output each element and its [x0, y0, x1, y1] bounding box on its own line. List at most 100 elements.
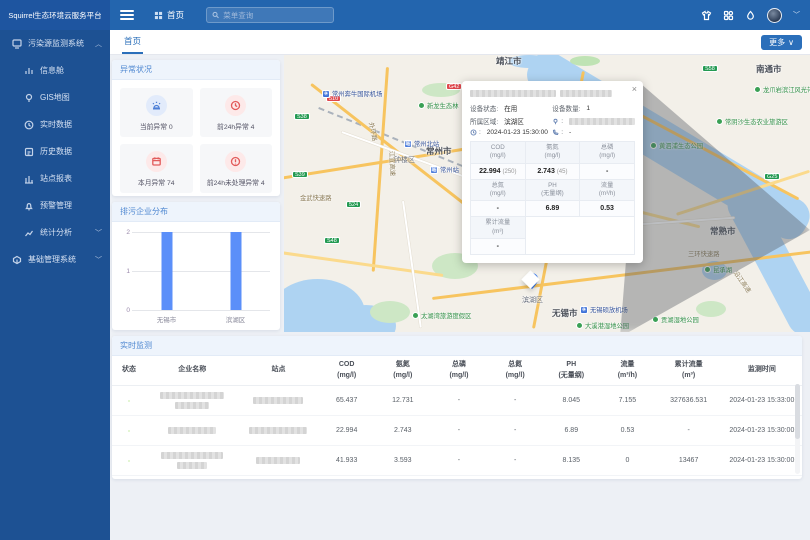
scrollbar-thumb[interactable]	[795, 384, 800, 439]
park-icon	[418, 102, 425, 109]
device-phone: -	[569, 129, 571, 136]
bar-wuxi[interactable]	[161, 232, 172, 310]
theme-skin-icon[interactable]	[701, 10, 712, 21]
sidebar-item-history-data[interactable]: 历史数据	[0, 138, 110, 165]
enterprise-name-redacted	[146, 386, 238, 416]
chart-plot-area: 2 1 0	[132, 232, 270, 310]
airport-icon: ✈	[580, 306, 588, 314]
tab-home[interactable]: 首页	[122, 30, 143, 54]
road-shield: G42	[446, 83, 462, 90]
gis-map[interactable]: S38 510 S39 G42 524 S48 S58 G25 靖江市 南通市 …	[284, 55, 810, 332]
metric-cod: 22.994 (250)	[471, 163, 526, 179]
monitor-header-row: 状态 企业名称 站点 COD(mg/l) 氨氮(mg/l) 总磷(mg/l) 总…	[112, 356, 802, 386]
table-row[interactable]: 41.9333.593-- 8.1350134672024-01-23 15:3…	[112, 446, 802, 476]
map-poi-airport-changzhou: ✈常州奔牛国际机场	[322, 89, 382, 98]
map-label-nantong: 南通市	[756, 63, 782, 75]
map-label-jingjiang: 靖江市	[496, 55, 522, 67]
x-category: 滨湖区	[226, 314, 246, 324]
bar-binhu[interactable]	[230, 232, 241, 310]
map-label-binhu: 滨湖区	[522, 295, 543, 305]
chevron-up-icon: ︿	[95, 39, 102, 49]
table-row[interactable]: 22.9942.743-- 6.890.53-2024-01-23 15:30:…	[112, 416, 802, 446]
monitor-system-icon	[12, 39, 22, 49]
map-poi-gonghu-wetland: 贡湖湿地公园	[652, 315, 699, 324]
popup-info: 设备状态: 在用 设备数量: 1 所属区域: 滨湖区 : : 2024-01-2…	[470, 103, 635, 136]
redacted-text	[569, 118, 635, 125]
close-icon[interactable]: ×	[632, 84, 637, 94]
metric-total-flow: -	[471, 239, 526, 255]
map-road-label: 外环路	[367, 121, 380, 141]
stat-month-abnormal[interactable]: 本月异常 74	[120, 144, 193, 193]
map-poi-changyinsha: 常阴沙生态农业旅游区	[716, 117, 788, 126]
sidebar-item-realtime-data[interactable]: 实时数据	[0, 111, 110, 138]
park-blob	[696, 301, 726, 317]
bell-icon	[24, 201, 34, 211]
sidebar: Squirrel生态环境云服务平台 污染源监测系统 ︿ 信息舱 GIS地图 实时…	[0, 0, 110, 540]
stat-24h-abnormal[interactable]: 前24h异常 4	[200, 88, 273, 137]
site-name-redacted	[238, 446, 318, 476]
more-label: 更多	[769, 37, 785, 48]
sidebar-item-statistics[interactable]: 统计分析 ﹀	[0, 219, 110, 246]
search-input[interactable]	[223, 11, 328, 20]
table-row[interactable]: 65.43712.731-- 8.0457.155327636.5312024-…	[112, 386, 802, 416]
sidebar-item-gis-map[interactable]: GIS地图	[0, 84, 110, 111]
sidebar-item-site-report[interactable]: 站点报表	[0, 165, 110, 192]
road-shield: S38	[294, 113, 310, 120]
stat-label: 当前异常 0	[140, 121, 173, 131]
clock-icon	[24, 120, 34, 130]
sidebar-item-pollution-system[interactable]: 污染源监测系统 ︿	[0, 30, 110, 57]
chevron-down-icon[interactable]: ﹀	[793, 10, 800, 20]
map-poi-xinlong-forest: 新龙生态林	[418, 101, 458, 110]
tab-bar: 首页 更多 ∨	[110, 30, 810, 55]
flame-icon[interactable]	[745, 10, 756, 21]
enterprise-name-redacted	[146, 416, 238, 446]
bar-chart-icon	[24, 66, 34, 76]
sidebar-item-alert-management[interactable]: 预警管理	[0, 192, 110, 219]
hamburger-menu-icon[interactable]	[120, 10, 134, 20]
grid-icon	[154, 11, 163, 20]
metric-nh3: 2.743 (45)	[525, 163, 580, 179]
bar-chart: 2 1 0 无锡市 滨湖区	[120, 228, 272, 326]
map-pin-icon	[24, 93, 34, 103]
device-count: 1	[586, 105, 590, 112]
park-blob	[370, 301, 410, 323]
metric-tp: -	[580, 163, 635, 179]
layout-icon[interactable]	[723, 10, 734, 21]
map-label-zhonglou: 钟楼区	[394, 155, 415, 165]
alarm-icon	[146, 95, 167, 116]
redacted-text	[470, 90, 556, 97]
map-poi-taihu-resort: 太湖湾旅游度假区	[412, 311, 471, 320]
map-poi-airport-wuxi: ✈无锡硕放机场	[580, 305, 628, 314]
location-pin-icon	[552, 118, 559, 125]
site-name-redacted	[238, 386, 318, 416]
stat-current-abnormal[interactable]: 当前异常 0	[120, 88, 193, 137]
stat-24h-unhandled[interactable]: 前24h未处理异常 4	[200, 144, 273, 193]
warning-icon	[225, 151, 246, 172]
history-icon	[24, 147, 34, 157]
road-shield: S58	[702, 65, 718, 72]
chart-title: 排污企业分布	[112, 202, 280, 222]
y-tick: 2	[122, 229, 130, 236]
menu-search	[206, 7, 334, 23]
map-road-label: 沿江高速	[732, 269, 754, 295]
sidebar-item-info-cabin[interactable]: 信息舱	[0, 57, 110, 84]
search-icon	[212, 11, 219, 19]
app-root: Squirrel生态环境云服务平台 污染源监测系统 ︿ 信息舱 GIS地图 实时…	[0, 0, 810, 540]
map-poi-changzhou-station: 站常州站	[430, 165, 459, 174]
airport-icon: ✈	[322, 90, 330, 98]
stat-label: 本月异常 74	[138, 177, 175, 187]
more-button[interactable]: 更多 ∨	[761, 35, 802, 50]
map-poi-longzhuayan: 龙爪岩滨江风光带	[754, 85, 810, 94]
calendar-icon	[146, 151, 167, 172]
breadcrumb[interactable]: 首页	[154, 9, 184, 21]
sidebar-item-base-management[interactable]: 基础管理系统 ﹀	[0, 246, 110, 273]
chevron-down-icon: ∨	[788, 38, 794, 47]
abnormal-status-grid: 当前异常 0 前24h异常 4 本月异常 74 前24h未处理异常 4	[112, 80, 280, 201]
user-avatar[interactable]	[767, 8, 782, 23]
table-scrollbar[interactable]	[795, 384, 800, 474]
metro-icon: 站	[430, 166, 438, 174]
map-road-label: 金武快速路	[300, 193, 331, 202]
sidebar-item-label: 历史数据	[40, 146, 72, 157]
sidebar-item-label: 基础管理系统	[28, 254, 76, 265]
metric-ph: 6.89	[525, 201, 580, 217]
